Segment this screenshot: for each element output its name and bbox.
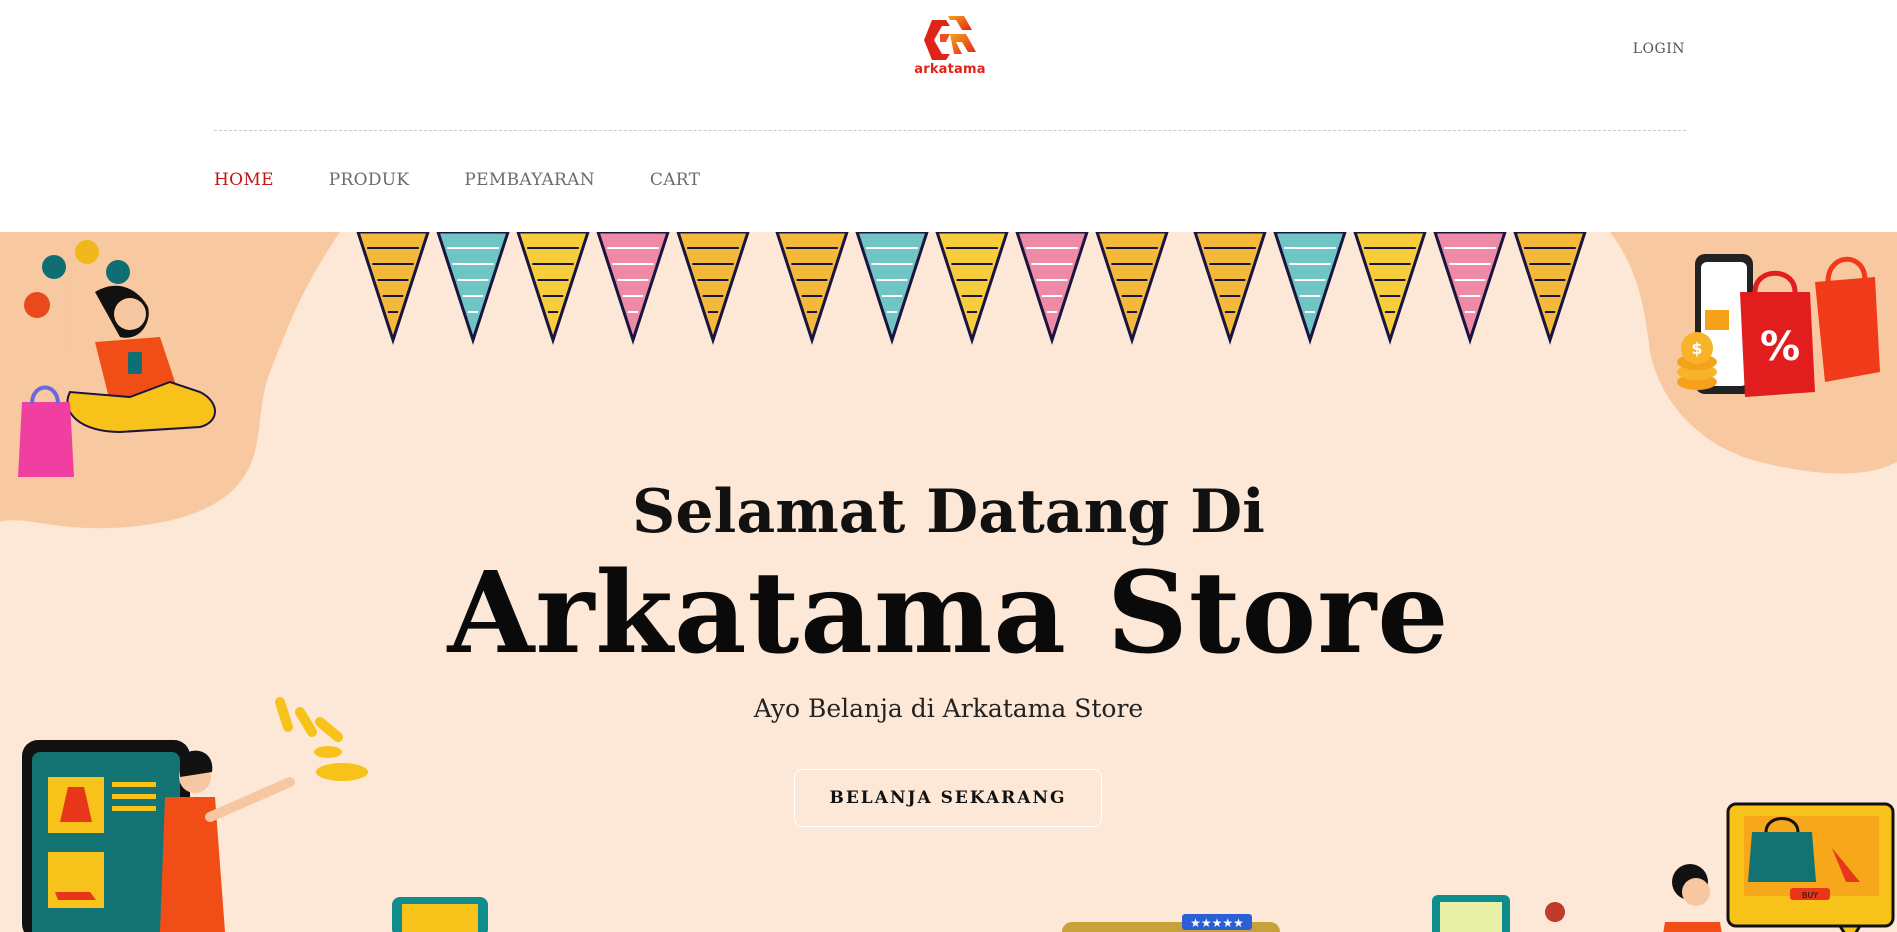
hero-banner: % $ ★★★★★ BUY Selamat Datang Di Arkatama… bbox=[0, 232, 1897, 932]
shop-now-button[interactable]: BELANJA SEKARANG bbox=[794, 769, 1102, 827]
nav-item-cart[interactable]: CART bbox=[650, 170, 700, 190]
online-shop-screen-illustration: BUY bbox=[1663, 802, 1895, 932]
login-link[interactable]: LOGIN bbox=[1633, 41, 1685, 57]
svg-text:BUY: BUY bbox=[1802, 891, 1818, 900]
nav-item-home[interactable]: HOME bbox=[214, 170, 274, 190]
hero-title: Arkatama Store bbox=[447, 548, 1450, 679]
svg-text:$: $ bbox=[1691, 339, 1702, 358]
laptop-partial-illustration bbox=[392, 897, 488, 932]
rating-card-partial-illustration: ★★★★★ bbox=[1062, 914, 1280, 932]
hero-tagline: Ayo Belanja di Arkatama Store bbox=[753, 694, 1144, 723]
svg-text:★★★★★: ★★★★★ bbox=[1190, 916, 1244, 930]
bunting-flags bbox=[356, 232, 1587, 345]
hero-pretitle: Selamat Datang Di bbox=[632, 477, 1265, 547]
brand-logo[interactable]: arkatama bbox=[912, 12, 988, 86]
arkatama-logo-icon bbox=[924, 16, 976, 60]
brand-name: arkatama bbox=[914, 62, 986, 77]
main-nav: HOME PRODUK PEMBAYARAN CART bbox=[214, 170, 700, 190]
monitor-partial-illustration bbox=[1432, 895, 1565, 932]
site-header: arkatama LOGIN HOME PRODUK PEMBAYARAN CA… bbox=[0, 0, 1897, 232]
woman-pointing-phone-store-illustration bbox=[22, 697, 368, 932]
nav-item-pembayaran[interactable]: PEMBAYARAN bbox=[464, 170, 594, 190]
header-divider bbox=[214, 130, 1686, 131]
svg-text:%: % bbox=[1760, 324, 1800, 370]
nav-item-produk[interactable]: PRODUK bbox=[329, 170, 410, 190]
